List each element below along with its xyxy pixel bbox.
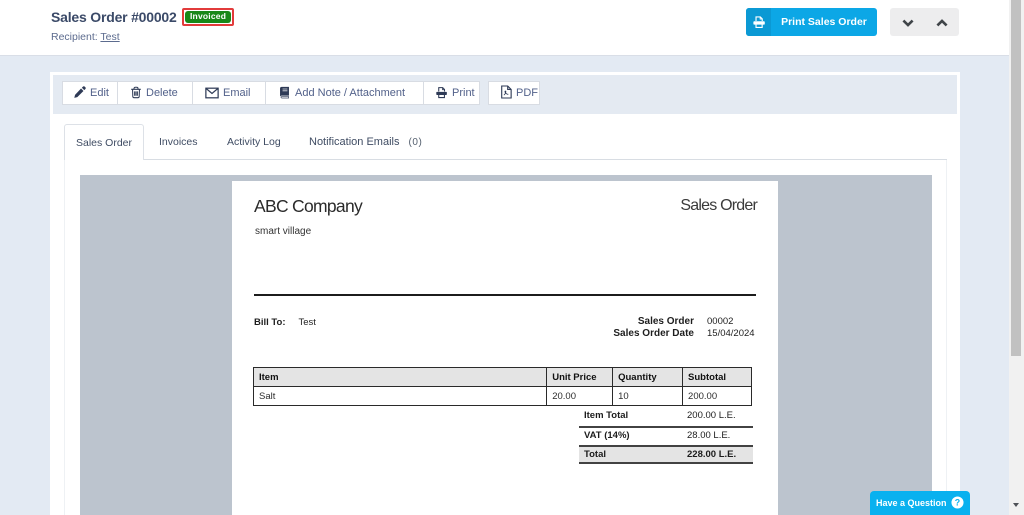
svg-text:?: ? [955,497,960,507]
